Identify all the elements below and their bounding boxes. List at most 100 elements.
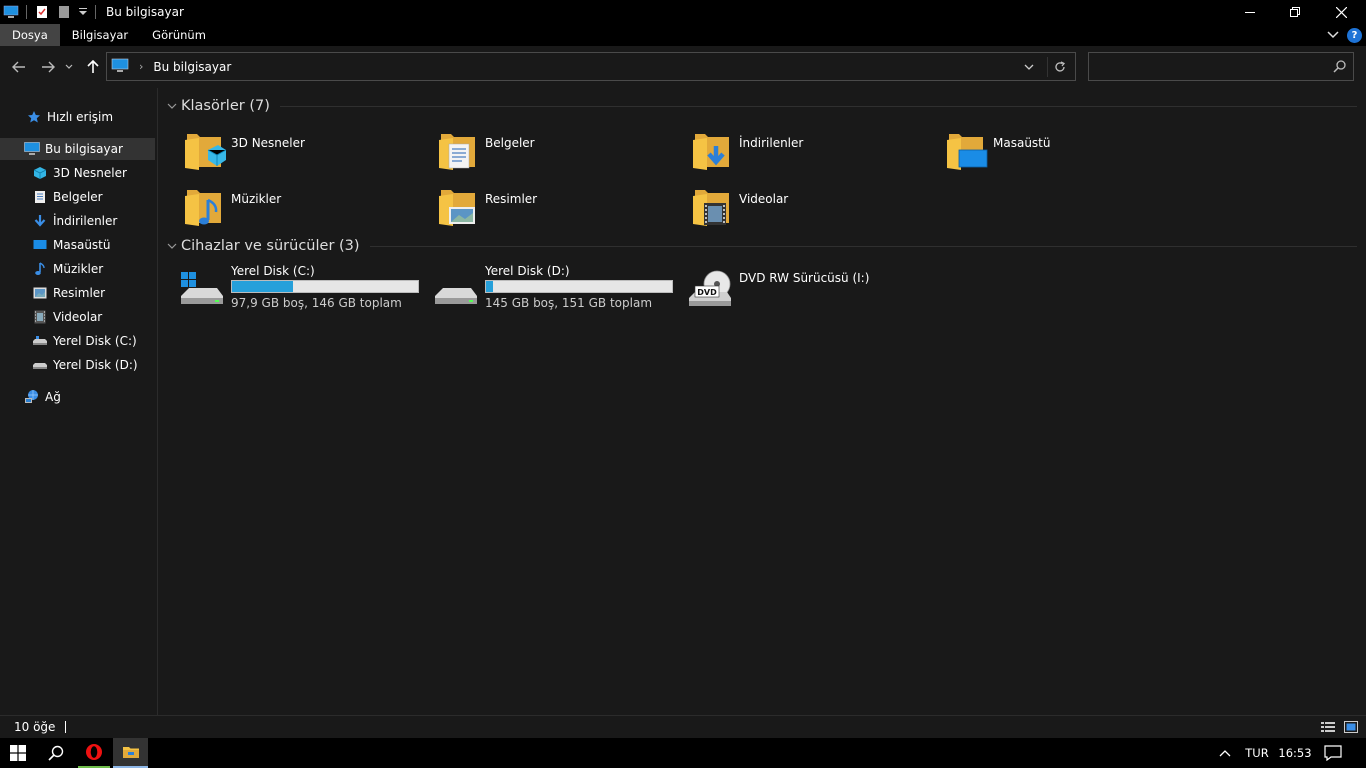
sidebar-item-3d-objects[interactable]: 3D Nesneler: [0, 162, 155, 184]
sidebar-item-label: Yerel Disk (D:): [53, 358, 138, 372]
cube-icon: [32, 165, 48, 181]
minimize-button[interactable]: [1227, 0, 1273, 24]
network-icon: [24, 389, 40, 405]
chevron-up-icon: [1219, 750, 1231, 757]
folder-name: Videolar: [739, 192, 789, 206]
sidebar-item-desktop[interactable]: Masaüstü: [0, 234, 155, 256]
breadcrumb-chevron-icon[interactable]: ›: [139, 60, 143, 73]
drive-usage-fill: [232, 281, 294, 292]
sidebar-item-quick-access[interactable]: Hızlı erişim: [0, 106, 155, 128]
drive-dvd[interactable]: DVD DVD RW Sürücüsü (I:): [687, 264, 937, 314]
search-box[interactable]: [1088, 52, 1354, 81]
picture-icon: [32, 285, 48, 301]
drive-c[interactable]: Yerel Disk (C:) 97,9 GB boş, 146 GB topl…: [179, 264, 429, 314]
opera-icon: [86, 744, 102, 760]
sidebar-item-drive-d[interactable]: Yerel Disk (D:): [0, 354, 155, 376]
collapse-chevron-icon[interactable]: [167, 243, 181, 249]
address-bar[interactable]: › Bu bilgisayar: [106, 52, 1076, 81]
language-indicator[interactable]: TUR: [1240, 738, 1274, 768]
dvd-drive-icon: DVD: [689, 270, 731, 306]
expand-ribbon-icon[interactable]: [1327, 28, 1339, 42]
show-hidden-icons-button[interactable]: [1214, 738, 1236, 768]
taskbar-opera[interactable]: [78, 738, 110, 768]
sidebar-item-documents[interactable]: Belgeler: [0, 186, 155, 208]
download-icon: [32, 213, 48, 229]
close-button[interactable]: [1318, 0, 1364, 24]
large-icons-view-icon[interactable]: [1344, 720, 1358, 737]
action-center-button[interactable]: [1318, 738, 1348, 768]
forward-button[interactable]: [37, 56, 59, 78]
drive-free-space: 97,9 GB boş, 146 GB toplam: [231, 296, 402, 310]
search-button[interactable]: [38, 738, 74, 768]
sidebar-item-videos[interactable]: Videolar: [0, 306, 155, 328]
computer-icon: [111, 58, 129, 76]
sidebar-item-label: Yerel Disk (C:): [53, 334, 137, 348]
quick-access-dropdown-icon[interactable]: [75, 0, 91, 24]
properties-icon[interactable]: [31, 0, 53, 24]
sidebar-item-label: Belgeler: [53, 190, 103, 204]
folder-downloads[interactable]: İndirilenler: [689, 126, 939, 176]
sidebar-item-downloads[interactable]: İndirilenler: [0, 210, 155, 232]
help-button[interactable]: ?: [1347, 27, 1362, 43]
collapse-chevron-icon[interactable]: [167, 103, 181, 109]
divider: [65, 721, 67, 733]
computer-icon[interactable]: [0, 0, 22, 24]
sidebar-item-label: Masaüstü: [53, 238, 111, 252]
clock[interactable]: 16:53: [1276, 738, 1314, 768]
drive-name: Yerel Disk (D:): [485, 264, 570, 278]
sidebar-item-pictures[interactable]: Resimler: [0, 282, 155, 304]
sidebar-item-music[interactable]: Müzikler: [0, 258, 155, 280]
folder-pictures[interactable]: Resimler: [435, 182, 685, 232]
new-folder-icon[interactable]: [53, 0, 75, 24]
sidebar-item-label: Müzikler: [53, 262, 104, 276]
drive-name: Yerel Disk (C:): [231, 264, 315, 278]
drive-d[interactable]: Yerel Disk (D:) 145 GB boş, 151 GB topla…: [433, 264, 683, 314]
search-input[interactable]: [1089, 53, 1319, 80]
tab-file[interactable]: Dosya: [0, 24, 60, 46]
divider: [279, 105, 1357, 107]
up-button[interactable]: [82, 56, 104, 78]
search-icon[interactable]: [1333, 59, 1347, 76]
details-view-icon[interactable]: [1320, 720, 1336, 737]
windows-drive-icon: [181, 272, 223, 304]
refresh-button[interactable]: [1047, 57, 1071, 77]
content-pane: Klasörler (7) 3D Nesneler Belgeler İndir…: [159, 88, 1366, 715]
navigation-bar: › Bu bilgisayar: [0, 46, 1366, 88]
drive-usage-bar: [485, 280, 673, 293]
group-header-drives[interactable]: Cihazlar ve sürücüler (3): [167, 238, 1357, 254]
window-title: Bu bilgisayar: [106, 5, 184, 19]
group-header-folders[interactable]: Klasörler (7): [167, 98, 1357, 114]
desktop-icon: [32, 237, 48, 253]
divider: [369, 245, 1357, 247]
folder-music[interactable]: Müzikler: [181, 182, 431, 232]
drive-icon: [32, 333, 48, 349]
computer-icon: [24, 141, 40, 157]
group-title: Cihazlar ve sürücüler (3): [181, 238, 360, 254]
sidebar-item-label: Hızlı erişim: [47, 110, 114, 124]
sidebar-item-drive-c[interactable]: Yerel Disk (C:): [0, 330, 155, 352]
tab-computer[interactable]: Bilgisayar: [60, 24, 140, 46]
sidebar-item-network[interactable]: Ağ: [0, 386, 155, 408]
folder-documents[interactable]: Belgeler: [435, 126, 685, 176]
folder-music-icon: [181, 184, 227, 230]
breadcrumb-location[interactable]: Bu bilgisayar: [153, 60, 231, 74]
tab-view[interactable]: Görünüm: [140, 24, 218, 46]
folder-3d-objects[interactable]: 3D Nesneler: [181, 126, 431, 176]
folder-name: Masaüstü: [993, 136, 1051, 150]
sidebar-item-label: 3D Nesneler: [53, 166, 127, 180]
start-button[interactable]: [0, 738, 36, 768]
sidebar-item-this-pc[interactable]: Bu bilgisayar: [0, 138, 155, 160]
folder-videos[interactable]: Videolar: [689, 182, 939, 232]
drive-usage-fill: [486, 281, 494, 292]
back-button[interactable]: [8, 56, 30, 78]
dvd-badge: DVD: [697, 288, 717, 297]
folder-name: İndirilenler: [739, 136, 804, 150]
document-icon: [32, 189, 48, 205]
separator: [95, 5, 96, 19]
restore-button[interactable]: [1272, 0, 1318, 24]
taskbar-file-explorer[interactable]: [113, 738, 148, 768]
recent-locations-button[interactable]: [62, 56, 76, 78]
status-bar: 10 öğe: [0, 715, 1366, 738]
folder-desktop[interactable]: Masaüstü: [943, 126, 1193, 176]
address-dropdown-icon[interactable]: [1019, 57, 1039, 77]
